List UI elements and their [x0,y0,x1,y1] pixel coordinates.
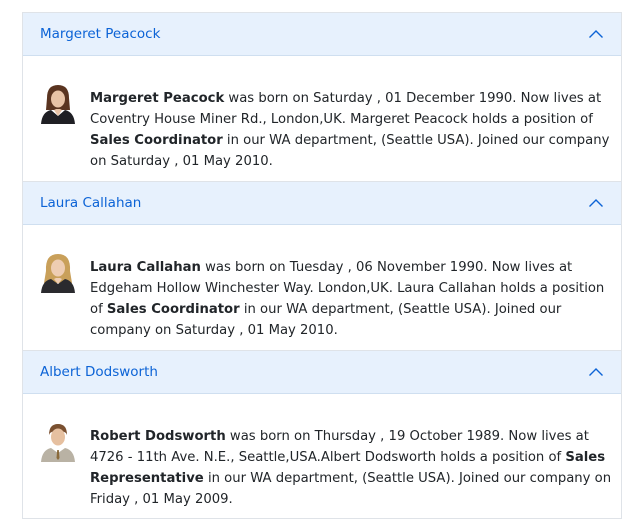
person-avatar-icon [39,420,77,462]
employee-name: Laura Callahan [90,260,201,275]
accordion-body: Laura Callahan was born on Tuesday , 06 … [23,225,621,351]
employee-description: Laura Callahan was born on Tuesday , 06 … [90,257,615,341]
employee-description: Robert Dodsworth was born on Thursday , … [90,426,615,510]
accordion-header-title: Albert Dodsworth [40,364,158,380]
person-avatar-icon [39,82,77,124]
person-avatar-icon [39,251,77,293]
chevron-up-icon[interactable] [588,29,604,39]
accordion-header-albert-dodsworth[interactable]: Albert Dodsworth [23,351,621,394]
employee-accordion: Margeret Peacock Margeret Peacock was bo… [22,12,622,519]
accordion-body: Robert Dodsworth was born on Thursday , … [23,394,621,519]
employee-description: Margeret Peacock was born on Saturday , … [90,88,615,172]
accordion-body: Margeret Peacock was born on Saturday , … [23,56,621,182]
employee-position: Sales Coordinator [106,302,240,317]
accordion-header-title: Laura Callahan [40,195,142,211]
employee-position: Sales Coordinator [90,133,223,148]
chevron-up-icon[interactable] [588,367,604,377]
accordion-header-laura-callahan[interactable]: Laura Callahan [23,182,621,225]
chevron-up-icon[interactable] [588,198,604,208]
accordion-header-title: Margeret Peacock [40,26,161,42]
employee-name: Margeret Peacock [90,91,225,106]
employee-name: Robert Dodsworth [90,429,226,444]
accordion-header-margeret-peacock[interactable]: Margeret Peacock [23,13,621,56]
